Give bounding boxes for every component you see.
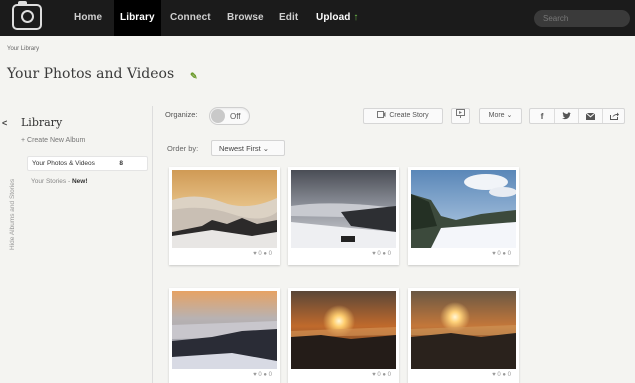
toggle-knob <box>211 109 225 123</box>
nav-browse[interactable]: Browse <box>227 0 264 36</box>
toggle-state-text: Off <box>230 112 241 121</box>
photo-card[interactable]: ♥ 0 ● 0 <box>169 288 280 383</box>
nav-library[interactable]: Library <box>114 0 161 36</box>
organize-toggle[interactable]: Off <box>209 107 250 125</box>
photo-card[interactable]: ♥ 0 ● 0 <box>288 167 399 265</box>
top-navigation-bar: Home Library Connect Browse Edit Upload … <box>0 0 635 36</box>
photo-stats: ♥ 0 ● 0 <box>372 372 391 378</box>
twitter-icon[interactable] <box>554 109 578 123</box>
album-count-badge: 8 <box>119 160 123 167</box>
stories-label: Your Stories - <box>31 178 72 185</box>
create-story-button[interactable]: Create Story <box>363 108 443 124</box>
search-input[interactable] <box>534 10 630 27</box>
order-by-value: Newest First <box>219 144 261 153</box>
photo-stats: ♥ 0 ● 0 <box>492 372 511 378</box>
nav-home[interactable]: Home <box>74 0 102 36</box>
sidebar-heading: Library <box>21 116 63 129</box>
breadcrumb[interactable]: Your Library <box>7 46 39 52</box>
photo-thumbnail[interactable] <box>291 291 396 369</box>
organize-label: Organize: <box>165 110 198 119</box>
slideshow-icon <box>456 109 465 118</box>
nav-upload[interactable]: Upload ↑ <box>316 0 359 36</box>
hide-albums-tab[interactable]: < Hide Albums and Stories <box>0 118 16 258</box>
photo-thumbnail[interactable] <box>411 291 516 369</box>
page-title: Your Photos and Videos <box>7 66 175 82</box>
share-toolbar: f <box>529 108 625 124</box>
photo-thumbnail[interactable] <box>411 170 516 248</box>
more-label: More <box>488 112 505 119</box>
library-sidebar: Library + Create New Album Your Photos &… <box>13 106 153 383</box>
camera-logo-icon[interactable] <box>12 1 42 30</box>
share-icon[interactable] <box>602 109 626 123</box>
new-badge: New! <box>71 178 88 185</box>
create-album-link[interactable]: + Create New Album <box>21 137 85 144</box>
nav-connect[interactable]: Connect <box>170 0 211 36</box>
photo-card[interactable]: ♥ 0 ● 0 <box>408 288 519 383</box>
nav-edit[interactable]: Edit <box>279 0 298 36</box>
photo-stats: ♥ 0 ● 0 <box>253 251 272 257</box>
sidebar-item-label: Your Photos & Videos <box>32 160 95 167</box>
photo-thumbnail[interactable] <box>172 291 277 369</box>
chevron-down-icon: ⌄ <box>506 112 513 119</box>
email-icon[interactable] <box>578 109 602 123</box>
create-story-label: Create Story <box>389 112 429 119</box>
nav-upload-label: Upload <box>316 12 351 23</box>
sidebar-item-stories[interactable]: Your Stories - New! <box>31 178 87 185</box>
facebook-icon[interactable]: f <box>530 109 554 123</box>
more-button[interactable]: More ⌄ <box>479 108 522 124</box>
photo-card[interactable]: ♥ 0 ● 0 <box>408 167 519 265</box>
photo-stats: ♥ 0 ● 0 <box>492 251 511 257</box>
collapse-chevron-icon[interactable]: < <box>2 118 7 128</box>
photo-stats: ♥ 0 ● 0 <box>372 251 391 257</box>
order-by-select[interactable]: Newest First ⌄ <box>211 140 285 156</box>
photo-stats: ♥ 0 ● 0 <box>253 372 272 378</box>
sidebar-item-photos-videos[interactable]: Your Photos & Videos 8 <box>27 156 148 171</box>
photo-card[interactable]: ♥ 0 ● 0 <box>288 288 399 383</box>
chevron-down-icon: ⌄ <box>262 144 270 153</box>
edit-title-icon[interactable]: ✎ <box>190 71 198 82</box>
photo-thumbnail[interactable] <box>291 170 396 248</box>
slideshow-button[interactable] <box>451 108 470 124</box>
photo-card[interactable]: ♥ 0 ● 0 <box>169 167 280 265</box>
photo-thumbnail[interactable] <box>172 170 277 248</box>
upload-arrow-icon: ↑ <box>353 12 359 23</box>
story-icon <box>377 111 386 118</box>
order-by-label: Order by: <box>167 144 199 153</box>
